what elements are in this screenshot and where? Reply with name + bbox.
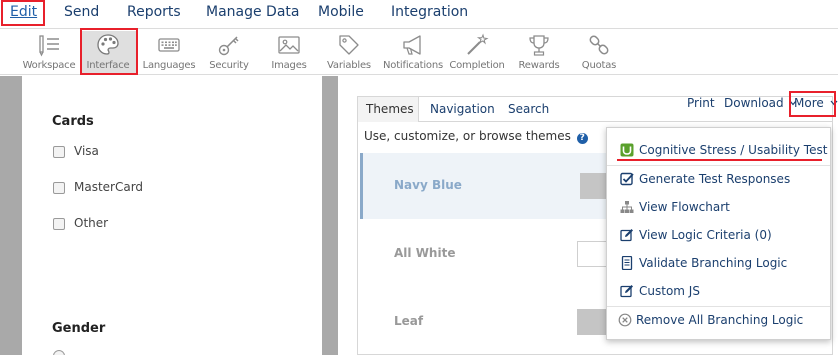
tool-quotas-label: Quotas	[581, 60, 617, 71]
checkbox-other[interactable]	[53, 218, 65, 230]
tool-languages[interactable]: Languages	[139, 31, 199, 73]
tool-workspace-label: Workspace	[22, 60, 76, 71]
menu-item-custom-js[interactable]: Custom JS	[607, 277, 830, 305]
workspace-icon	[39, 35, 59, 57]
tag-icon	[339, 35, 359, 55]
radio-gender-first[interactable]	[53, 350, 65, 355]
tool-notifications-label: Notifications	[383, 60, 443, 71]
tool-variables[interactable]: Variables	[319, 31, 379, 73]
menu-manage-data[interactable]: Manage Data	[206, 3, 300, 21]
splitter-bar[interactable]	[322, 76, 338, 355]
highlight-underline-usability	[617, 159, 822, 161]
theme-name: Leaf	[394, 314, 424, 328]
tool-variables-label: Variables	[327, 60, 371, 71]
keyboard-icon	[158, 38, 180, 52]
checkbox-mastercard-label: MasterCard	[74, 180, 144, 194]
menu-item-label: Generate Test Responses	[639, 172, 791, 186]
menu-item-view-logic-criteria[interactable]: View Logic Criteria (0)	[607, 221, 830, 249]
themes-subtitle: Use, customize, or browse themes ?	[364, 129, 588, 144]
tool-security[interactable]: Security	[199, 31, 259, 73]
theme-row-navy-blue[interactable]: Navy Blue	[360, 153, 623, 219]
magic-wand-icon	[467, 33, 489, 55]
menu-item-view-flowchart[interactable]: View Flowchart	[607, 193, 830, 221]
tool-images-label: Images	[271, 60, 307, 71]
tab-themes[interactable]: Themes	[366, 102, 414, 116]
app-window: Edit Send Reports Manage Data Mobile Int…	[0, 0, 838, 355]
checkbox-mastercard[interactable]	[53, 182, 65, 194]
tool-completion[interactable]: Completion	[447, 31, 507, 73]
help-icon[interactable]: ?	[576, 133, 588, 144]
tool-images[interactable]: Images	[259, 31, 319, 73]
menu-mobile[interactable]: Mobile	[318, 3, 364, 21]
download-label: Download	[724, 96, 784, 110]
tool-rewards[interactable]: Rewards	[509, 31, 569, 73]
document-icon	[621, 256, 633, 270]
highlight-box-edit	[1, 0, 45, 26]
menu-item-generate-test-responses[interactable]: Generate Test Responses	[607, 165, 830, 193]
top-menu-bar: Edit Send Reports Manage Data Mobile Int…	[0, 0, 838, 28]
remove-circle-icon	[618, 313, 632, 327]
edit-icon	[620, 285, 633, 298]
menu-item-label: View Logic Criteria (0)	[639, 228, 772, 242]
edit-icon	[620, 229, 633, 242]
theme-name: Navy Blue	[394, 178, 462, 192]
highlight-box-interface	[80, 28, 138, 75]
menu-item-label: View Flowchart	[639, 200, 730, 214]
download-menu[interactable]: Download	[724, 96, 797, 110]
tool-completion-label: Completion	[449, 60, 505, 71]
highlight-box-more	[789, 91, 836, 117]
menu-item-remove-branching-logic[interactable]: Remove All Branching Logic	[607, 306, 830, 334]
tool-quotas[interactable]: Quotas	[569, 31, 629, 73]
trophy-icon	[529, 35, 549, 56]
tab-navigation[interactable]: Navigation	[430, 102, 495, 116]
usability-test-icon	[620, 143, 634, 157]
tool-workspace[interactable]: Workspace	[19, 31, 79, 73]
theme-name: All White	[394, 246, 456, 260]
sitemap-icon	[620, 201, 634, 213]
tool-notifications[interactable]: Notifications	[383, 31, 443, 73]
tool-security-label: Security	[209, 60, 249, 71]
menu-item-validate-branching-logic[interactable]: Validate Branching Logic	[607, 249, 830, 277]
checkbox-visa-label: Visa	[74, 144, 99, 158]
checkbox-other-label: Other	[74, 216, 109, 230]
menu-send[interactable]: Send	[64, 3, 99, 21]
menu-reports[interactable]: Reports	[127, 3, 181, 21]
cards-question-title: Cards	[52, 114, 94, 129]
tab-divider	[419, 121, 833, 122]
checkbox-visa[interactable]	[53, 146, 65, 158]
menu-item-label: Cognitive Stress / Usability Test	[639, 143, 828, 157]
menu-item-label: Validate Branching Logic	[639, 256, 788, 270]
menu-integration[interactable]: Integration	[391, 3, 468, 21]
chain-link-icon	[589, 35, 609, 55]
print-link[interactable]: Print	[687, 96, 715, 110]
tool-rewards-label: Rewards	[518, 60, 560, 71]
tab-search[interactable]: Search	[508, 102, 549, 116]
key-icon	[218, 36, 239, 56]
menu-item-label: Remove All Branching Logic	[636, 313, 804, 327]
menu-item-label: Custom JS	[639, 284, 700, 298]
checkbox-icon	[620, 172, 634, 186]
tool-languages-label: Languages	[142, 60, 196, 71]
megaphone-icon	[403, 35, 421, 55]
gender-question-title: Gender	[52, 321, 106, 336]
theme-row-leaf[interactable]: Leaf	[360, 289, 620, 355]
image-icon	[278, 36, 300, 54]
left-scroll-gutter	[0, 76, 22, 355]
theme-row-all-white[interactable]: All White	[360, 221, 620, 287]
themes-subtitle-text: Use, customize, or browse themes	[364, 129, 571, 143]
